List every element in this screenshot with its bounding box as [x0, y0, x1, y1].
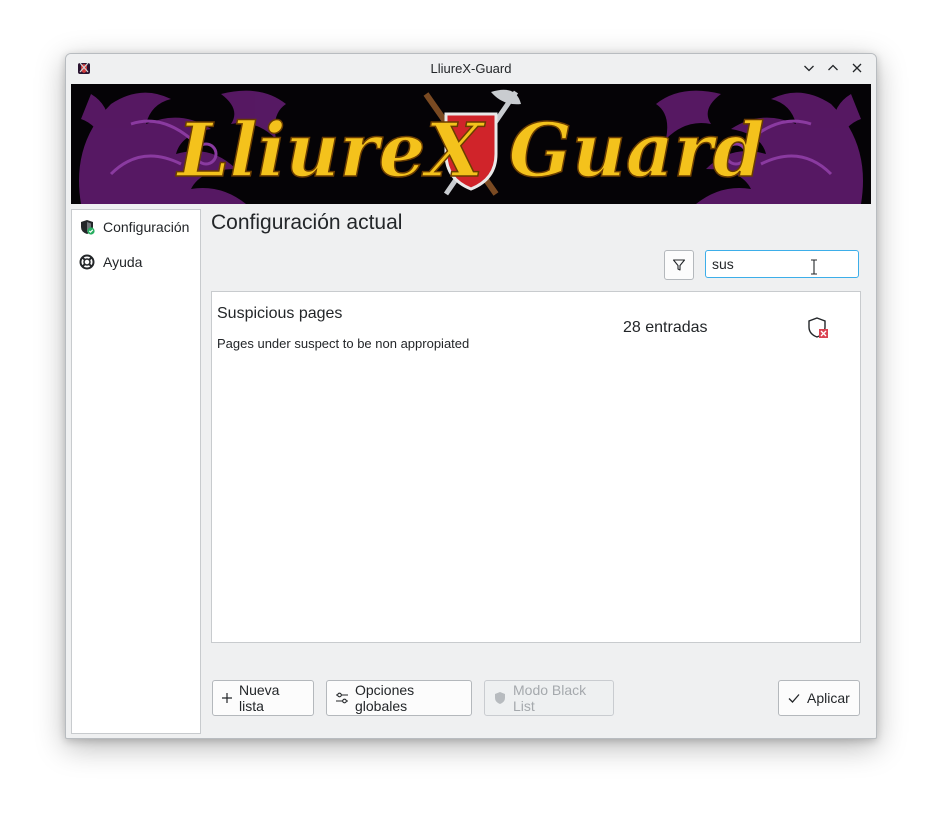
shield-check-icon	[79, 219, 95, 235]
new-list-button[interactable]: Nueva lista	[212, 680, 314, 716]
global-options-label: Opciones globales	[355, 682, 415, 714]
apply-button[interactable]: Aplicar	[778, 680, 860, 716]
apply-label: Aplicar	[807, 690, 850, 706]
list-item[interactable]: Suspicious pages Pages under suspect to …	[212, 292, 860, 362]
sidebar-item-configuracion[interactable]: Configuración	[72, 210, 200, 244]
list-description: Pages under suspect to be non appropiate…	[217, 336, 470, 351]
filter-button[interactable]	[664, 250, 694, 280]
chevron-down-icon	[804, 65, 814, 72]
shield-blocked-icon[interactable]	[806, 316, 830, 340]
lifebuoy-icon	[79, 254, 95, 270]
app-window: LliureX-Guard LliureX Guard Configuració…	[65, 53, 877, 739]
checkmark-icon	[788, 694, 800, 703]
sidebar-item-label: Configuración	[103, 219, 190, 235]
plus-icon	[222, 693, 232, 703]
sidebar: Configuración Ayuda	[71, 209, 201, 734]
banner-logo-text: LliureX Guard	[176, 108, 765, 194]
lists-table: Suspicious pages Pages under suspect to …	[211, 291, 861, 643]
sliders-icon	[336, 692, 348, 704]
shield-icon	[495, 692, 505, 704]
filter-icon	[672, 259, 686, 271]
banner-logo-image: LliureX Guard	[71, 84, 871, 204]
title-bar[interactable]: LliureX-Guard	[66, 54, 876, 83]
chevron-up-icon	[828, 64, 838, 71]
minimize-button[interactable]	[800, 59, 818, 77]
window-title: LliureX-Guard	[430, 61, 512, 76]
black-list-mode-label: Modo Black List	[513, 682, 587, 714]
search-input[interactable]	[705, 250, 859, 278]
maximize-button[interactable]	[824, 59, 842, 77]
list-name: Suspicious pages	[217, 305, 343, 322]
new-list-label: Nueva lista	[239, 682, 280, 714]
sidebar-item-label: Ayuda	[103, 254, 143, 270]
app-banner: LliureX Guard	[71, 84, 871, 204]
close-button[interactable]	[848, 59, 866, 77]
page-title: Configuración actual	[211, 211, 403, 234]
global-options-button[interactable]: Opciones globales	[326, 680, 472, 716]
list-entry-count: 28 entradas	[623, 319, 708, 336]
sidebar-item-ayuda[interactable]: Ayuda	[72, 245, 200, 279]
black-list-mode-button[interactable]: Modo Black List	[484, 680, 614, 716]
close-icon	[852, 63, 862, 73]
